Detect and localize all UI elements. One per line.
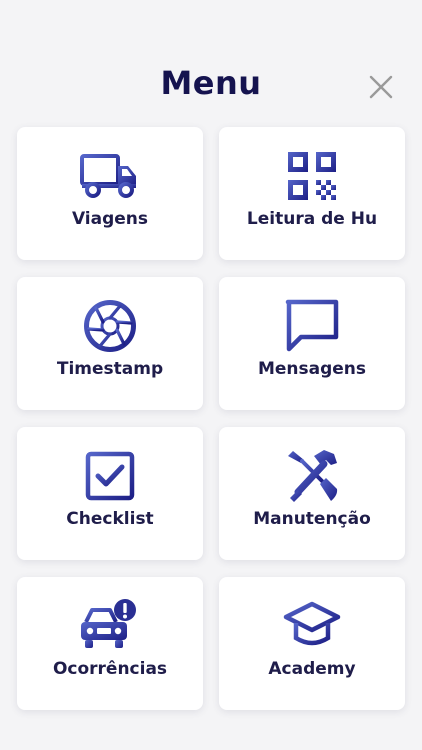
close-button[interactable] [366,72,396,102]
tools-icon [281,449,343,503]
menu-item-leitura[interactable]: Leitura de Hu [219,127,405,260]
menu-item-label: Manutenção [253,509,371,529]
menu-item-viagens[interactable]: Viagens [17,127,203,260]
menu-item-label: Checklist [66,509,154,529]
menu-item-label: Viagens [71,209,149,229]
menu-item-timestamp[interactable]: Timestamp [17,277,203,410]
qr-code-icon [281,149,343,203]
menu-item-label: Mensagens [257,359,367,379]
menu-item-label: Academy [268,659,356,679]
menu-grid: Viagens Leitura de Hu Timestamp Mensagen… [17,127,405,710]
camera-shutter-icon [79,299,141,353]
checkbox-icon [79,449,141,503]
menu-item-academy[interactable]: Academy [219,577,405,710]
car-alert-icon [79,599,141,653]
message-icon [281,299,343,353]
menu-item-mensagens[interactable]: Mensagens [219,277,405,410]
menu-item-label: Timestamp [56,359,164,379]
page-title: Menu [160,64,262,102]
menu-item-label: Leitura de Hu [246,209,378,229]
menu-item-checklist[interactable]: Checklist [17,427,203,560]
menu-item-manutencao[interactable]: Manutenção [219,427,405,560]
close-icon [369,75,393,99]
menu-item-label: Ocorrências [52,659,168,679]
menu-screen: Menu Viagens Leitura de Hu Timestamp Men… [0,0,422,750]
truck-icon [79,149,141,203]
menu-item-ocorrencias[interactable]: Ocorrências [17,577,203,710]
graduation-cap-icon [281,599,343,653]
